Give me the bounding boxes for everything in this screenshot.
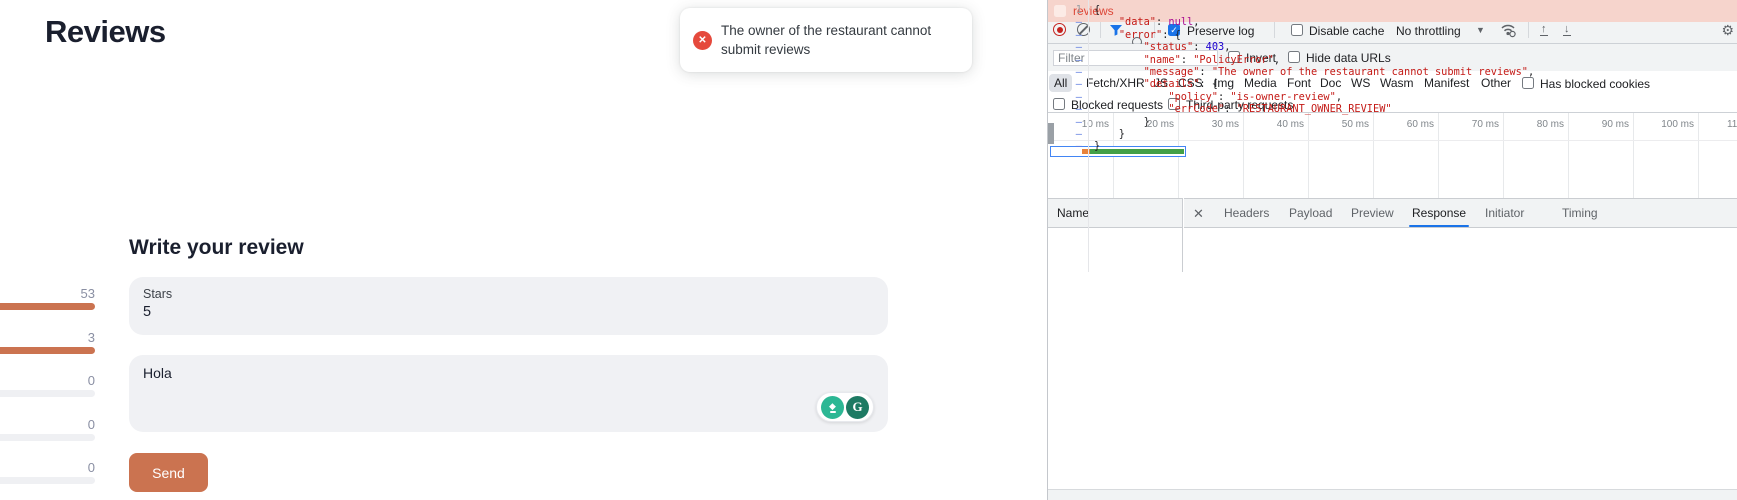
- detail-tab-payload[interactable]: Payload: [1289, 206, 1332, 220]
- timeline-label: 100 ms: [1661, 119, 1694, 130]
- error-toast: ✕ The owner of the restaurant cannot sub…: [680, 8, 972, 72]
- stars-value: 5: [143, 304, 874, 320]
- table-and-detail-header: Name ✕ Headers Payload Preview Response Init…: [1048, 198, 1737, 228]
- throttling-caret-icon[interactable]: ▼: [1476, 25, 1485, 35]
- disable-cache-label: Disable cache: [1309, 24, 1384, 38]
- timeline-label: 90 ms: [1602, 119, 1629, 130]
- detail-tab-initiator[interactable]: Initiator: [1485, 206, 1524, 220]
- timeline-gridline: [1373, 113, 1374, 198]
- devtools-panel: ElementsConsoleSourcesNetworkPerformance…: [1047, 0, 1737, 500]
- rating-bar: [0, 477, 95, 484]
- network-settings-gear-icon[interactable]: ⚙: [1721, 23, 1734, 37]
- timeline-label: 60 ms: [1407, 119, 1434, 130]
- stars-field[interactable]: Stars 5: [129, 277, 888, 335]
- separator: [1274, 22, 1275, 38]
- timeline-label: 110 ms: [1727, 119, 1737, 130]
- rating-bar: [0, 390, 95, 397]
- timeline-label: 20 ms: [1147, 119, 1174, 130]
- grammarly-g-icon[interactable]: G: [846, 396, 869, 419]
- throttling-select[interactable]: No throttling: [1396, 24, 1461, 38]
- timeline-label: 30 ms: [1212, 119, 1239, 130]
- name-column-header[interactable]: Name: [1048, 198, 1183, 228]
- timeline-gridline: [1698, 113, 1699, 198]
- rating-count: 0: [0, 460, 95, 475]
- close-detail-icon[interactable]: ✕: [1193, 206, 1204, 222]
- send-button[interactable]: Send: [129, 453, 208, 492]
- toast-error-icon: ✕: [693, 31, 712, 50]
- timeline-label: 40 ms: [1277, 119, 1304, 130]
- overview-download-segment: [1090, 149, 1184, 154]
- timeline-gridline: [1503, 113, 1504, 198]
- timeline-gridline: [1243, 113, 1244, 198]
- ruler-divider: [1048, 140, 1737, 141]
- timeline-gridline: [1633, 113, 1634, 198]
- rating-bar: [0, 303, 95, 310]
- timeline-label: 50 ms: [1342, 119, 1369, 130]
- timeline-gridline: [1308, 113, 1309, 198]
- has-blocked-cookies-checkbox[interactable]: [1522, 77, 1534, 89]
- review-form-heading: Write your review: [129, 236, 304, 260]
- detail-tab-headers[interactable]: Headers: [1224, 206, 1269, 220]
- has-blocked-cookies-label: Has blocked cookies: [1540, 77, 1650, 91]
- timeline-gridline: [1568, 113, 1569, 198]
- stars-label: Stars: [143, 287, 874, 301]
- review-textarea[interactable]: Hola ◆ G: [129, 355, 888, 432]
- rating-bar: [0, 347, 95, 354]
- rating-count: 3: [0, 330, 95, 345]
- response-pane[interactable]: 1{– "data": null,– "error": {– "status":…: [1048, 272, 1602, 500]
- suggestion-bulb-icon[interactable]: ◆: [821, 396, 844, 419]
- screen: Reviews ✕ The owner of the restaurant ca…: [0, 0, 1737, 500]
- rating-count: 0: [0, 417, 95, 432]
- selected-detail-tab-underline: [1409, 225, 1469, 227]
- page-title: Reviews: [45, 14, 166, 50]
- hide-data-urls-label: Hide data URLs: [1306, 51, 1391, 65]
- detail-tab-timing[interactable]: Timing: [1562, 206, 1598, 220]
- disable-cache-checkbox[interactable]: [1291, 24, 1303, 36]
- grammarly-widget[interactable]: ◆ G: [816, 392, 874, 422]
- toast-message: The owner of the restaurant cannot submi…: [721, 21, 956, 59]
- network-conditions-icon[interactable]: [1500, 22, 1516, 38]
- rating-count: 0: [0, 373, 95, 388]
- review-text: Hola: [143, 365, 874, 381]
- separator: [1528, 22, 1529, 38]
- detail-tab-preview[interactable]: Preview: [1351, 206, 1394, 220]
- import-har-icon[interactable]: ↑: [1540, 24, 1548, 36]
- requests-summary-bar: [1048, 489, 1737, 500]
- timeline-label: 80 ms: [1537, 119, 1564, 130]
- timeline-label: 70 ms: [1472, 119, 1499, 130]
- hide-data-urls-checkbox[interactable]: [1288, 51, 1300, 63]
- timeline-gridline: [1438, 113, 1439, 198]
- detail-tab-response[interactable]: Response: [1412, 206, 1466, 220]
- export-har-icon[interactable]: ↓: [1563, 24, 1571, 36]
- timeline-overview[interactable]: 10 ms20 ms30 ms40 ms50 ms60 ms70 ms80 ms…: [1048, 113, 1737, 198]
- rating-bar: [0, 434, 95, 441]
- detail-tabs-header: ✕ Headers Payload Preview Response Initiator…: [1184, 198, 1737, 228]
- rating-count: 53: [0, 286, 95, 301]
